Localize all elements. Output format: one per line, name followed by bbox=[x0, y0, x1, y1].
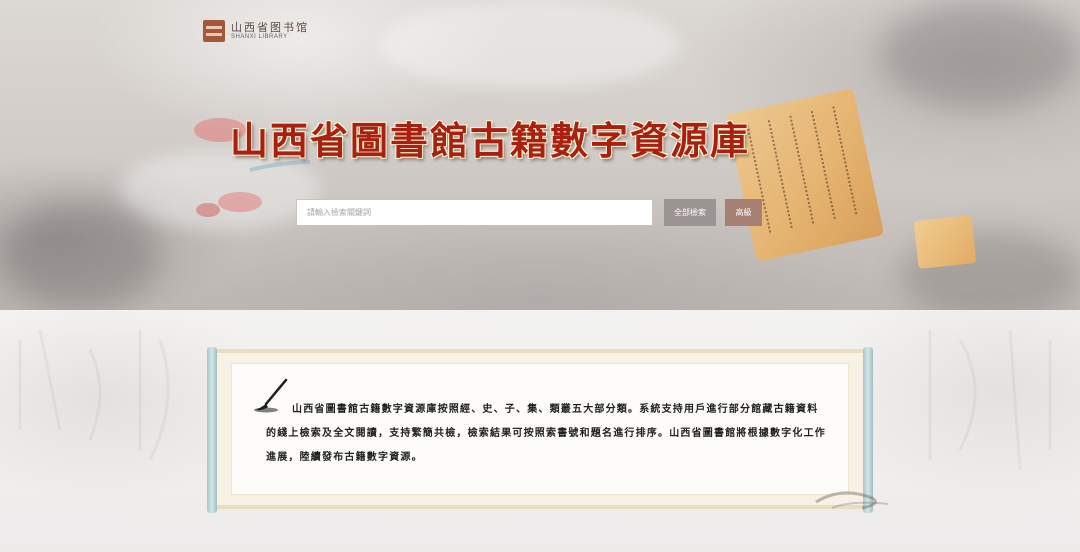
manuscript-fragment-decoration bbox=[913, 215, 977, 269]
page-title: 山西省圖書館古籍數字資源庫 bbox=[230, 118, 751, 163]
hero-banner: 山西省图书馆 SHANXI LIBRARY 山西省圖書館古籍數字資源庫 bbox=[0, 0, 1080, 310]
ink-wash-decoration bbox=[0, 200, 160, 310]
advanced-search-button[interactable]: 高級 bbox=[725, 199, 762, 226]
library-logo-icon bbox=[203, 20, 225, 42]
scroll-rod-left bbox=[207, 347, 217, 513]
search-input[interactable] bbox=[296, 199, 653, 226]
library-logo[interactable]: 山西省图书馆 SHANXI LIBRARY bbox=[203, 20, 309, 42]
mist-decoration bbox=[380, 0, 680, 90]
logo-text: 山西省图书馆 SHANXI LIBRARY bbox=[231, 21, 309, 41]
ink-swirl-decoration bbox=[815, 491, 889, 510]
intro-paragraph: 山西省圖書館古籍數字資源庫按照經、史、子、集、類叢五大部分類。系統支持用戶進行部… bbox=[266, 404, 826, 463]
logo-name-en: SHANXI LIBRARY bbox=[231, 34, 288, 40]
search-all-button[interactable]: 全部檢索 bbox=[664, 199, 716, 226]
ink-wash-decoration bbox=[880, 0, 1080, 110]
logo-name-cn: 山西省图书馆 bbox=[231, 21, 309, 34]
